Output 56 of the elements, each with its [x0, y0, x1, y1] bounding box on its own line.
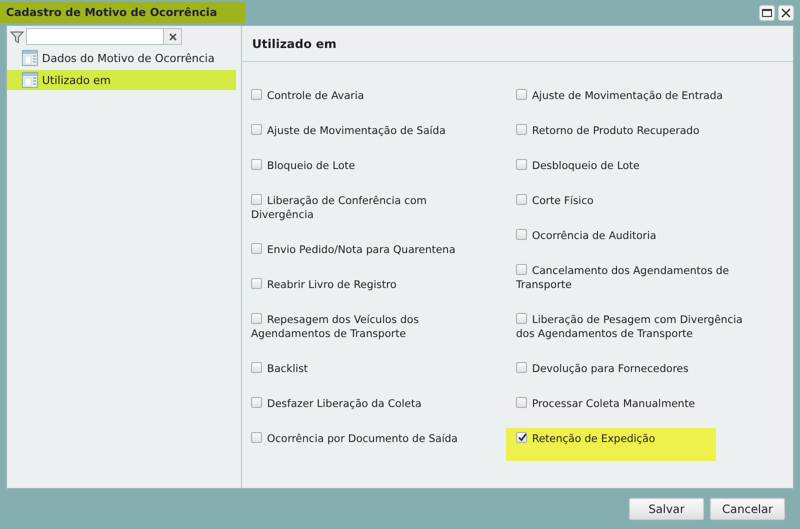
checkbox[interactable]: [516, 159, 527, 170]
checkbox[interactable]: [516, 89, 527, 100]
close-icon: [781, 8, 791, 18]
checkbox-option[interactable]: Repesagem dos Veículos dos Agendamentos de Transporte: [251, 313, 485, 341]
checkbox-option[interactable]: Devolução para Fornecedores: [516, 362, 750, 376]
checkbox-option[interactable]: Corte Físico: [516, 194, 750, 208]
checkbox[interactable]: [251, 194, 262, 205]
checkbox[interactable]: [516, 229, 527, 240]
checkbox-option[interactable]: Cancelamento dos Agendamentos de Transporte: [516, 264, 750, 292]
checkbox[interactable]: [251, 313, 262, 324]
checkbox[interactable]: [251, 89, 262, 100]
checkbox-option[interactable]: Desfazer Liberação da Coleta: [251, 397, 485, 411]
checkbox[interactable]: [516, 432, 527, 443]
checkbox-option[interactable]: Desbloqueio de Lote: [516, 159, 750, 173]
cancel-button[interactable]: Cancelar: [710, 498, 785, 520]
checkbox-option[interactable]: Backlist: [251, 362, 485, 376]
checkbox[interactable]: [251, 159, 262, 170]
clear-button[interactable]: [163, 29, 181, 44]
checkbox-option[interactable]: Liberação de Pesagem com Divergência dos Agendamentos de Transporte: [516, 313, 750, 341]
checkbox[interactable]: [516, 362, 527, 373]
form-icon: [22, 50, 38, 66]
checkbox-option[interactable]: Ajuste de Movimentação de Entrada: [516, 89, 750, 103]
checkbox[interactable]: [516, 264, 527, 275]
tree-item[interactable]: Dados do Motivo de Ocorrência: [7, 48, 236, 68]
tree-item[interactable]: Utilizado em: [7, 70, 236, 90]
checkbox[interactable]: [251, 124, 262, 135]
checkbox-option[interactable]: Processar Coleta Manualmente: [516, 397, 750, 411]
checkbox-option[interactable]: Retenção de Expedição: [506, 428, 716, 461]
window-title: Cadastro de Motivo de Ocorrência: [0, 2, 246, 23]
panel-title: Utilizado em: [252, 36, 337, 50]
checkbox-option[interactable]: Ocorrência de Auditoria: [516, 229, 750, 243]
checkbox[interactable]: [516, 397, 527, 408]
close-icon: [168, 32, 176, 40]
checkbox-option[interactable]: Retorno de Produto Recuperado: [516, 124, 750, 138]
filter-field[interactable]: [26, 28, 182, 45]
checkbox-option[interactable]: Liberação de Conferência com Divergência: [251, 194, 485, 222]
checkbox[interactable]: [251, 362, 262, 373]
checkbox-option[interactable]: Envio Pedido/Nota para Quarentena: [251, 243, 485, 257]
checkbox-option[interactable]: Reabrir Livro de Registro: [251, 278, 485, 292]
checkbox-option[interactable]: Bloqueio de Lote: [251, 159, 485, 173]
maximize-icon: [762, 8, 772, 16]
checkbox-option[interactable]: Ajuste de Movimentação de Saída: [251, 124, 485, 138]
checkbox[interactable]: [516, 124, 527, 135]
checkbox[interactable]: [251, 397, 262, 408]
checkbox[interactable]: [516, 313, 527, 324]
checkbox-option[interactable]: Ocorrência por Documento de Saída: [251, 432, 485, 446]
checkbox[interactable]: [251, 432, 262, 443]
checkbox[interactable]: [251, 243, 262, 254]
save-button[interactable]: Salvar: [629, 498, 704, 520]
checkbox-option[interactable]: Controle de Avaria: [251, 89, 485, 103]
checkbox[interactable]: [251, 278, 262, 289]
form-icon: [22, 72, 38, 88]
checkbox[interactable]: [516, 194, 527, 205]
close-button[interactable]: [778, 4, 794, 20]
filter-icon[interactable]: [10, 30, 24, 44]
maximize-button[interactable]: [759, 4, 775, 20]
